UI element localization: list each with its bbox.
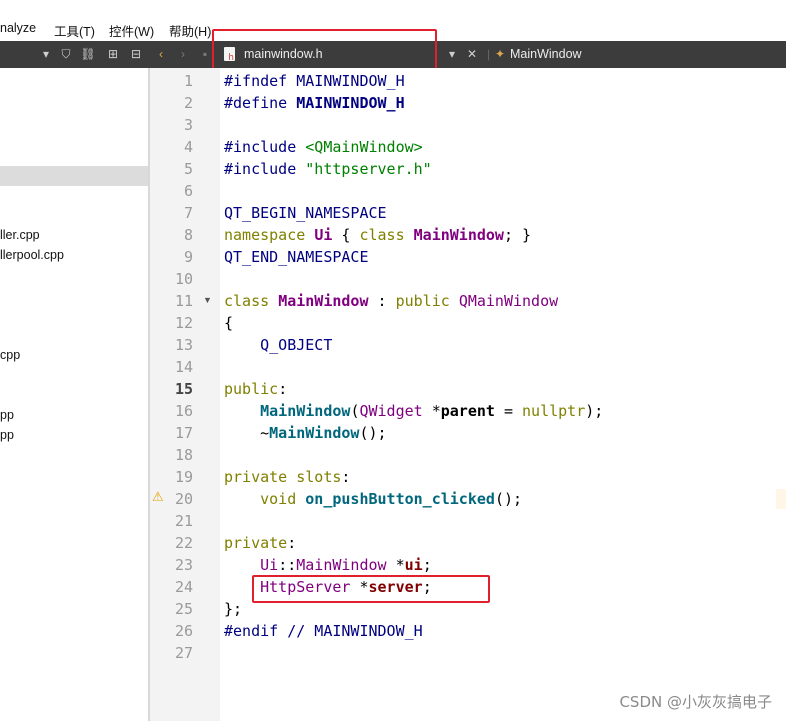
code-line: private: bbox=[224, 534, 297, 552]
line-number: 22 bbox=[174, 534, 193, 552]
filter-icon[interactable]: ⛉ bbox=[58, 41, 74, 68]
menu-controls[interactable]: 控件(W) bbox=[109, 21, 154, 40]
code-line: void on_pushButton_clicked(); bbox=[260, 490, 523, 508]
fold-arrow-icon[interactable]: ▼ bbox=[203, 295, 212, 305]
line-number: 24 bbox=[174, 578, 193, 596]
back-icon[interactable]: ‹ bbox=[154, 41, 168, 68]
code-line: #ifndef MAINWINDOW_H bbox=[224, 72, 405, 90]
line-number: 18 bbox=[174, 446, 193, 464]
sidebar-file-4[interactable]: pp bbox=[0, 408, 14, 422]
line-number: 12 bbox=[174, 314, 193, 332]
menu-tools[interactable]: 工具(T) bbox=[54, 21, 95, 40]
code-line: Q_OBJECT bbox=[260, 336, 333, 354]
warning-strip bbox=[776, 489, 786, 509]
line-number: 3 bbox=[183, 116, 193, 134]
line-number: 10 bbox=[174, 270, 193, 288]
close-icon[interactable]: ✕ bbox=[465, 41, 479, 68]
symbol-selector[interactable]: MainWindow bbox=[510, 41, 582, 68]
code-line: #include <QMainWindow> bbox=[224, 138, 423, 156]
project-sidebar bbox=[0, 68, 148, 721]
code-line: QT_BEGIN_NAMESPACE bbox=[224, 204, 387, 222]
code-line: { bbox=[224, 314, 234, 332]
forward-icon[interactable]: › bbox=[176, 41, 190, 68]
line-number: 1 bbox=[183, 72, 193, 90]
lock-icon: ▪ bbox=[202, 47, 208, 61]
class-icon: ✦ bbox=[494, 47, 506, 61]
line-number: 4 bbox=[183, 138, 193, 156]
code-line: QT_END_NAMESPACE bbox=[224, 248, 369, 266]
menu-analyze[interactable]: nalyze bbox=[0, 21, 36, 35]
code-line: Ui::MainWindow *ui; bbox=[260, 556, 432, 574]
code-line: class MainWindow : public QMainWindow bbox=[224, 292, 559, 310]
line-number: 21 bbox=[174, 512, 193, 530]
code-line: #define MAINWINDOW_H bbox=[224, 94, 405, 112]
code-line: namespace Ui { class MainWindow; } bbox=[224, 226, 532, 244]
line-number: 14 bbox=[174, 358, 193, 376]
sidebar-file-3[interactable]: cpp bbox=[0, 348, 20, 362]
line-number: 13 bbox=[174, 336, 193, 354]
warning-icon[interactable]: ⚠ bbox=[152, 489, 164, 505]
line-number: 9 bbox=[183, 248, 193, 266]
line-number: 26 bbox=[174, 622, 193, 640]
view-dropdown-icon[interactable]: ▾ bbox=[40, 41, 52, 68]
line-number: 7 bbox=[183, 204, 193, 222]
close-sidebar-icon[interactable]: ⊟ bbox=[128, 41, 144, 68]
code-line: ~MainWindow(); bbox=[224, 424, 387, 442]
code-line: private slots: bbox=[224, 468, 351, 486]
sidebar-file-5[interactable]: pp bbox=[0, 428, 14, 442]
line-number: 23 bbox=[174, 556, 193, 574]
line-number: 17 bbox=[174, 424, 193, 442]
line-number: 15 bbox=[174, 380, 193, 398]
link-icon[interactable]: ⛓ bbox=[79, 41, 97, 68]
line-number: 5 bbox=[183, 160, 193, 178]
code-line: MainWindow(QWidget *parent = nullptr); bbox=[260, 402, 604, 420]
code-highlight-box bbox=[252, 575, 490, 603]
code-line: #include "httpserver.h" bbox=[224, 160, 432, 178]
watermark: CSDN @小灰灰搞电子 bbox=[619, 693, 772, 711]
split-icon[interactable]: ⊞ bbox=[104, 41, 122, 68]
line-number: 16 bbox=[174, 402, 193, 420]
sidebar-file-1[interactable]: ller.cpp bbox=[0, 228, 40, 242]
line-number: 25 bbox=[174, 600, 193, 618]
line-number: 11 bbox=[174, 292, 193, 310]
line-number: 6 bbox=[183, 182, 193, 200]
line-number: 19 bbox=[174, 468, 193, 486]
code-line: }; bbox=[224, 600, 243, 618]
code-line: public: bbox=[224, 380, 288, 398]
sidebar-selected-row[interactable] bbox=[0, 166, 148, 186]
sidebar-file-2[interactable]: llerpool.cpp bbox=[0, 248, 64, 262]
separator: | bbox=[487, 47, 491, 61]
menu-help[interactable]: 帮助(H) bbox=[169, 21, 211, 40]
file-dropdown-icon[interactable]: ▾ bbox=[446, 41, 458, 68]
code-line: #endif // MAINWINDOW_H bbox=[224, 622, 423, 640]
line-number: 8 bbox=[183, 226, 193, 244]
line-number: 27 bbox=[174, 644, 193, 662]
file-tab-highlight bbox=[212, 29, 437, 72]
line-number: 2 bbox=[183, 94, 193, 112]
